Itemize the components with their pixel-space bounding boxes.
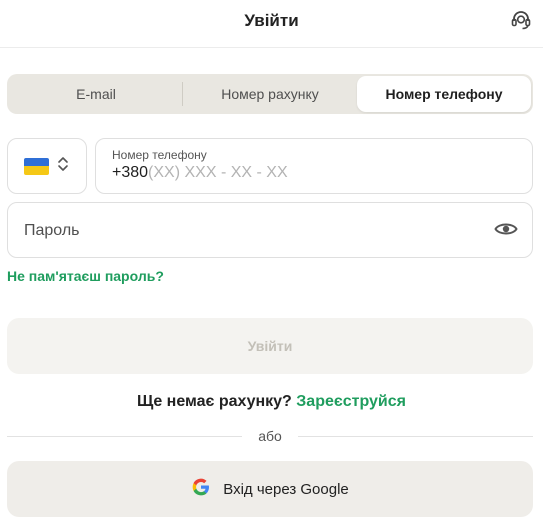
login-submit-button[interactable]: Увійти: [7, 318, 533, 374]
show-password-toggle[interactable]: [494, 220, 518, 242]
phone-prefix: +380: [112, 164, 149, 181]
country-code-select[interactable]: [7, 138, 87, 194]
tab-account-number[interactable]: Номер рахунку: [183, 76, 357, 112]
google-logo-icon: [191, 477, 211, 502]
tab-phone-number[interactable]: Номер телефону: [357, 76, 531, 112]
support-button[interactable]: [507, 8, 535, 36]
eye-icon: [494, 221, 518, 242]
phone-number-field[interactable]: Номер телефону +380: [95, 138, 533, 194]
phone-input[interactable]: [148, 164, 449, 182]
forgot-password-link[interactable]: Не пам'ятаєш пароль?: [7, 268, 164, 284]
or-divider: або: [7, 428, 533, 446]
ukraine-flag-icon: [24, 157, 49, 175]
password-input[interactable]: [24, 220, 464, 242]
login-method-tabs: E-mail Номер рахунку Номер телефону: [7, 74, 533, 114]
tab-email[interactable]: E-mail: [9, 76, 183, 112]
google-login-button[interactable]: Вхід через Google: [7, 461, 533, 517]
password-field[interactable]: [7, 202, 533, 258]
chevron-up-down-icon: [57, 155, 69, 178]
divider-line-right: [298, 436, 533, 437]
headset-support-icon: [509, 8, 533, 37]
register-link[interactable]: Зареєструйся: [296, 393, 406, 410]
phone-field-label: Номер телефону: [112, 148, 207, 162]
page-title: Увійти: [244, 11, 299, 30]
register-prompt: Ще немає рахунку? Зареєструйся: [0, 393, 543, 411]
header-bar: Увійти: [0, 0, 543, 48]
register-question: Ще немає рахунку?: [137, 393, 297, 410]
google-login-label: Вхід через Google: [223, 480, 349, 498]
